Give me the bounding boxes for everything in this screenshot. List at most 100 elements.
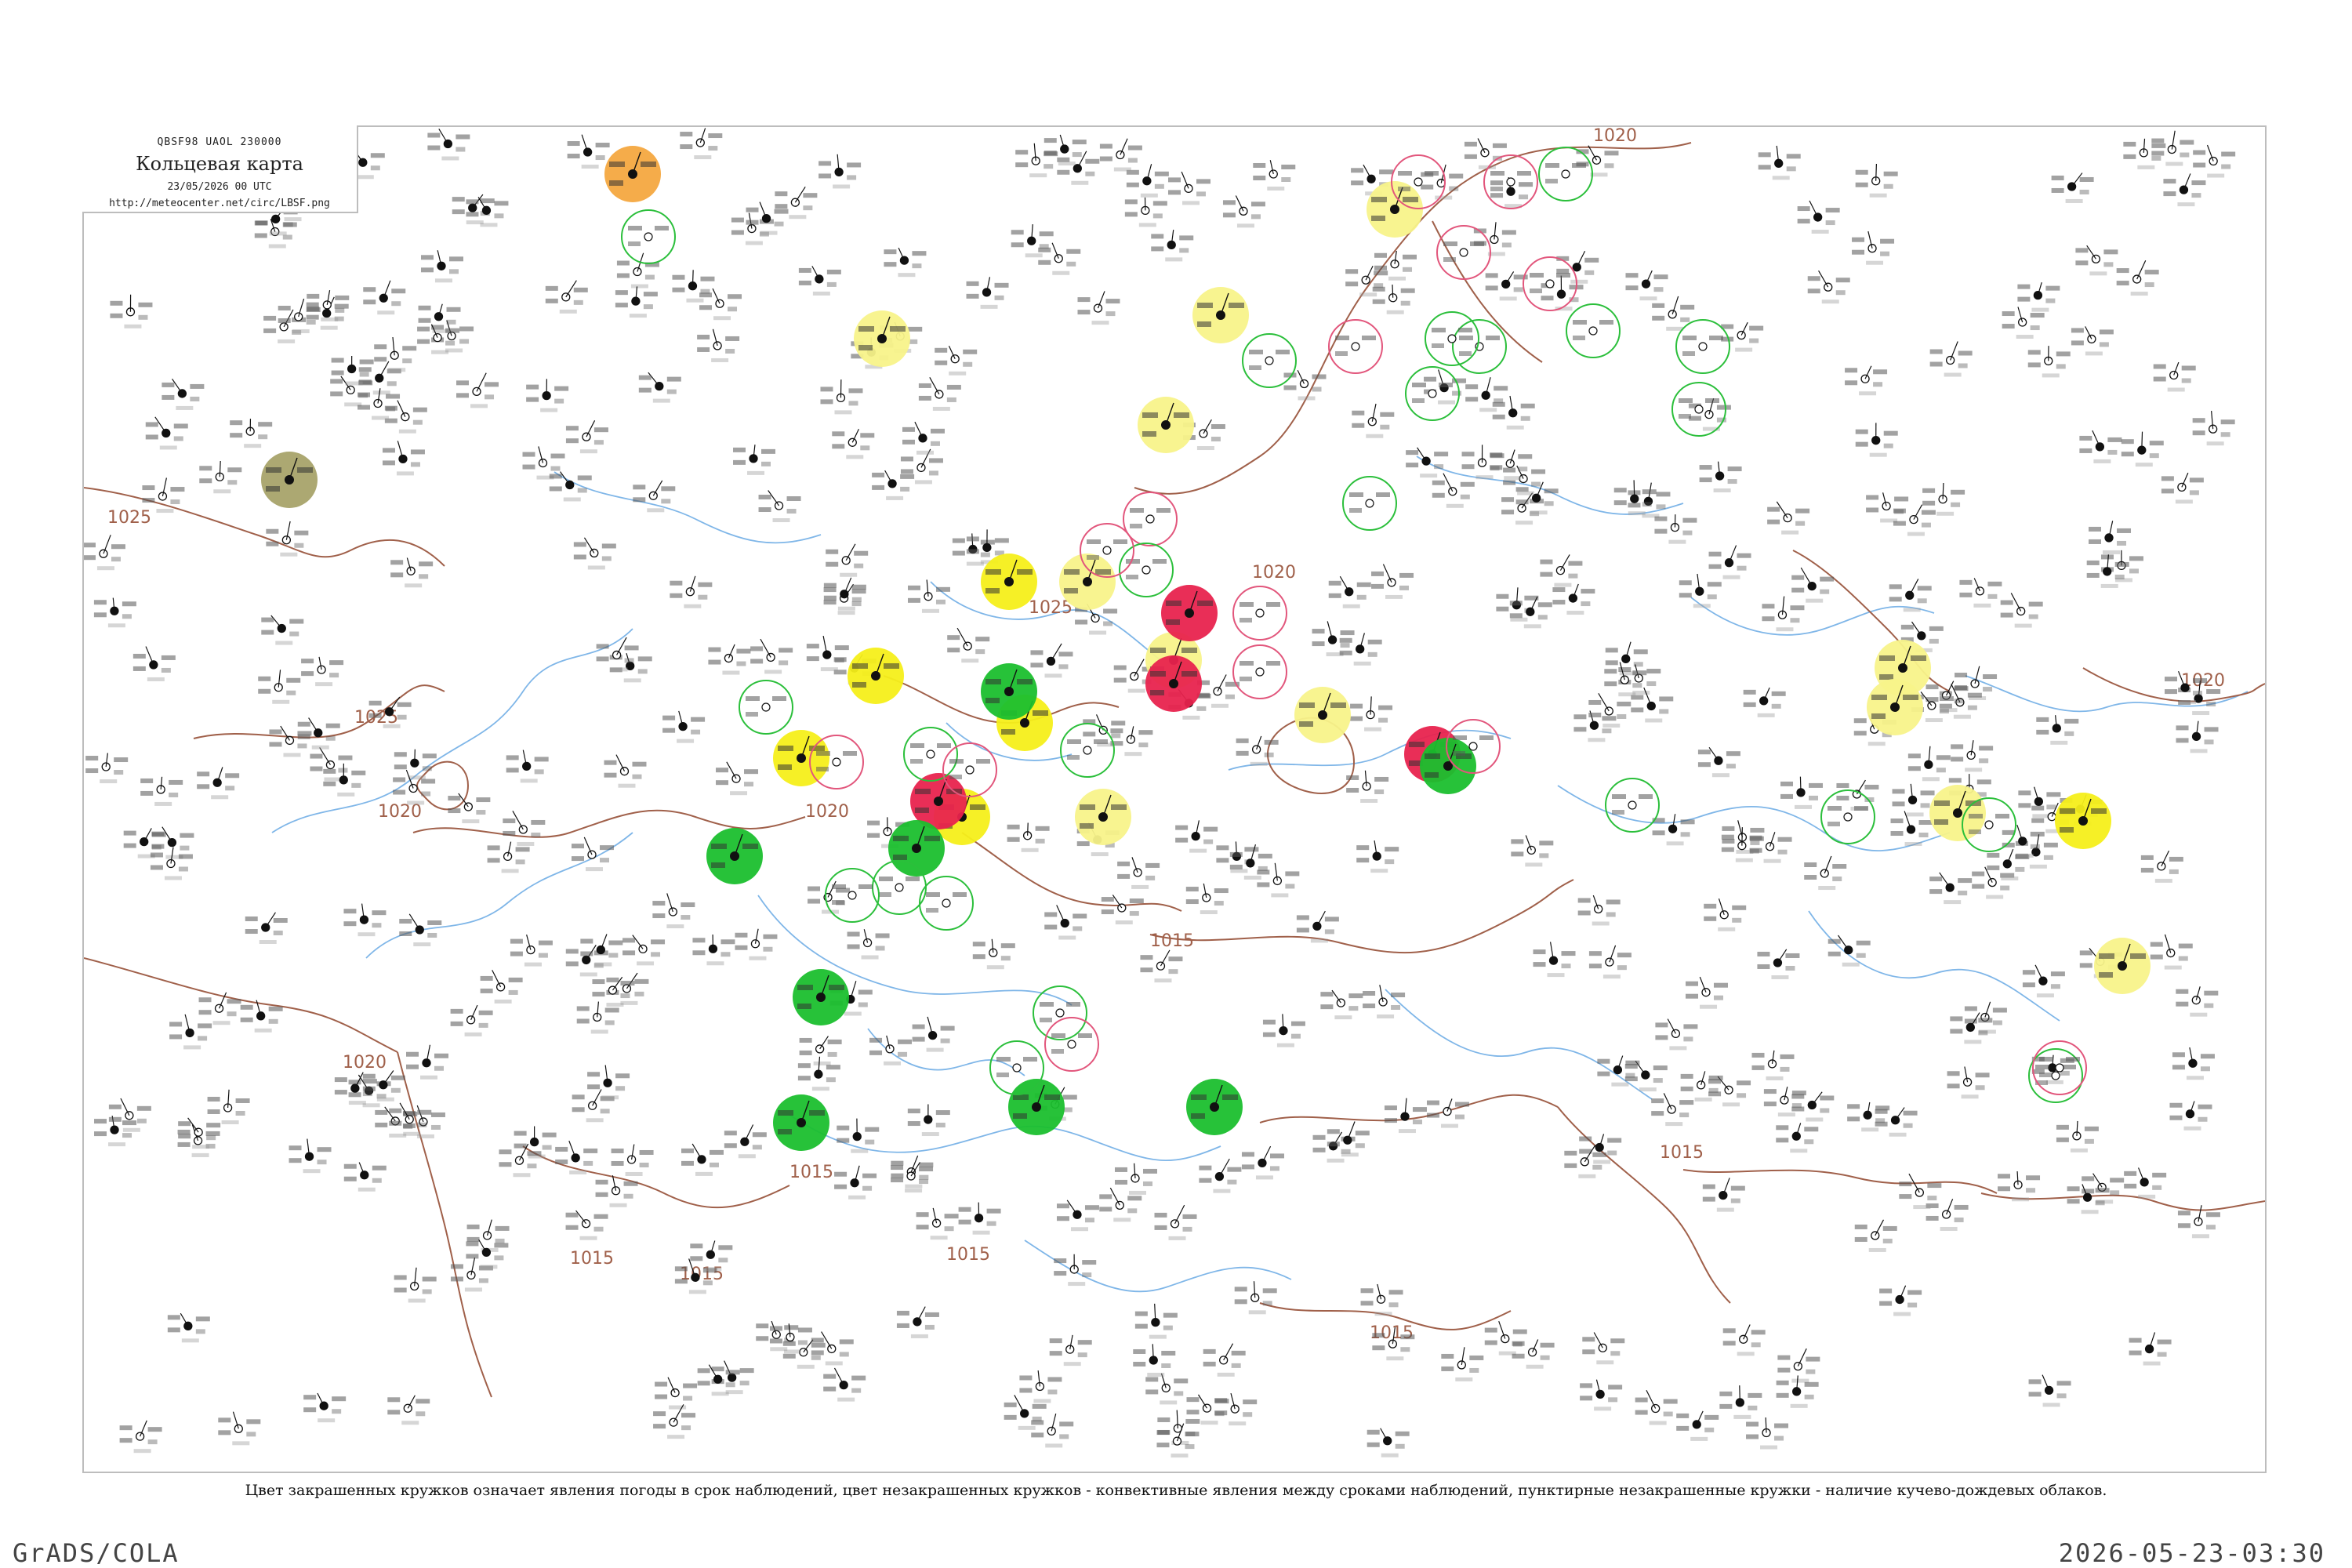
station-plot — [567, 134, 610, 169]
station-plot — [912, 1016, 955, 1052]
station-plot — [310, 747, 353, 782]
station-plot — [169, 1014, 212, 1050]
weather-filled-circle — [1138, 397, 1194, 453]
station-plot — [1866, 492, 1909, 523]
station-plot — [2129, 1332, 2172, 1366]
bulletin-code: QBSF98 UAOL 230000 — [157, 136, 282, 148]
station-plot — [818, 154, 862, 189]
station-plot — [487, 841, 530, 873]
source-url[interactable]: http://meteocenter.net/circ/LBSF.png — [82, 198, 357, 209]
convective-ring-circle — [739, 680, 793, 735]
station-plot — [587, 1065, 630, 1100]
station-plot — [1704, 898, 1747, 931]
station-plot — [1929, 872, 1973, 905]
isobar-label: 1025 — [107, 508, 151, 528]
station-plot — [1807, 270, 1850, 304]
station-plot — [1722, 1324, 1766, 1356]
convective-ring-circle — [1060, 723, 1115, 778]
convective-ring-circle — [1242, 333, 1297, 388]
station-plot — [420, 250, 463, 283]
station-plot — [1702, 1178, 1745, 1212]
station-plot — [1360, 1283, 1403, 1316]
station-plot — [499, 1143, 542, 1178]
station-plot — [2089, 521, 2132, 554]
station-plot — [269, 725, 312, 757]
station-plot — [622, 935, 666, 966]
station-plot — [2169, 1101, 2212, 1131]
station-plot — [1797, 200, 1840, 234]
station-plot — [834, 1165, 877, 1200]
station-plot — [615, 286, 658, 318]
station-plot — [1234, 1281, 1277, 1315]
station-plot — [1893, 504, 1936, 536]
station-plot — [1374, 250, 1417, 281]
weather-filled-circle — [604, 146, 661, 202]
station-plot — [301, 656, 344, 687]
weather-filled-circle — [773, 1094, 829, 1151]
convective-ring-circle — [1232, 586, 1287, 641]
station-plot — [1757, 949, 1800, 979]
station-plot — [652, 893, 695, 929]
footer-software-label: GrADS/COLA — [13, 1538, 180, 1568]
station-plot — [343, 903, 387, 937]
station-plot — [1758, 145, 1801, 180]
station-plot — [1356, 840, 1399, 873]
station-plot — [1926, 1199, 1969, 1231]
isobar-label: 1020 — [378, 802, 422, 822]
station-plot — [150, 847, 193, 880]
station-plot — [1352, 403, 1395, 438]
weather-filled-circle — [1294, 687, 1351, 743]
station-plot — [1854, 1219, 1897, 1252]
station-plot — [199, 460, 242, 494]
station-plot — [724, 1124, 767, 1159]
station-plot — [918, 377, 961, 411]
station-plot — [1117, 857, 1160, 889]
station-plot — [1582, 1332, 1625, 1365]
station-plot — [1762, 596, 1805, 632]
station-plot — [526, 379, 569, 412]
station-plot — [1654, 514, 1697, 544]
station-plot — [2150, 934, 2193, 970]
convective-ring-circle — [621, 209, 676, 264]
weather-filled-circle — [1186, 1079, 1243, 1135]
station-plot — [1099, 138, 1142, 172]
station-plot — [1350, 696, 1393, 731]
station-plot — [572, 1089, 615, 1123]
station-plot — [2071, 326, 2114, 356]
station-plot — [907, 579, 950, 613]
station-plot — [1680, 1071, 1723, 1102]
station-plot — [1929, 341, 1973, 377]
station-plot — [611, 1144, 654, 1176]
station-plot — [382, 441, 425, 476]
station-plot — [2124, 1167, 2167, 1199]
station-plot — [1511, 835, 1554, 867]
station-plot — [1947, 1066, 1990, 1099]
station-plot — [616, 252, 659, 289]
station-plot — [1019, 1370, 1062, 1403]
station-plot — [162, 378, 205, 410]
station-plot — [1145, 1373, 1189, 1405]
station-plot — [1461, 445, 1504, 480]
station-plot — [735, 928, 778, 960]
station-plot — [826, 543, 869, 577]
station-plot — [261, 615, 304, 645]
station-plot — [872, 470, 915, 500]
station-plot — [1652, 814, 1695, 846]
station-plot — [916, 1207, 959, 1240]
convective-ring-circle — [825, 868, 880, 923]
station-plot — [1175, 820, 1218, 853]
station-plot — [1464, 138, 1507, 169]
station-plot — [387, 1395, 430, 1425]
station-plot — [1972, 866, 2015, 899]
station-plot — [1054, 1254, 1097, 1287]
weather-filled-circle — [773, 730, 829, 786]
station-plot — [692, 935, 735, 966]
station-plot — [456, 372, 499, 408]
station-plot — [947, 627, 990, 663]
station-plot — [1262, 1014, 1305, 1047]
station-plot — [1907, 746, 1951, 782]
station-plot — [716, 761, 759, 796]
station-plot — [2121, 431, 2164, 467]
station-plot — [1473, 222, 1516, 256]
convective-ring-circle — [919, 876, 974, 931]
